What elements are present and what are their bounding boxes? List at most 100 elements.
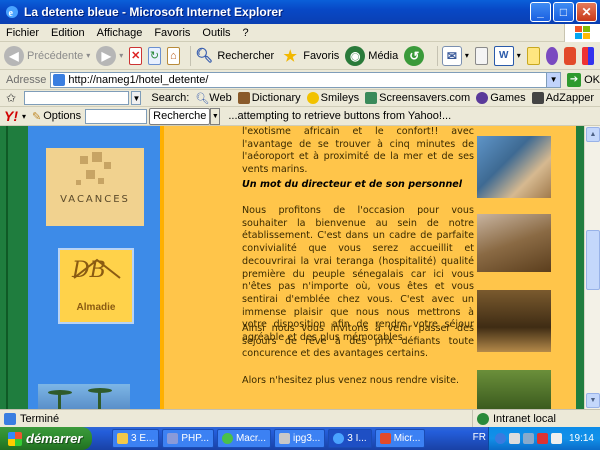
task-button[interactable]: Macr... bbox=[216, 429, 271, 448]
macromedia-icon bbox=[221, 433, 233, 444]
web-button[interactable]: 🔍︎ Web bbox=[195, 92, 231, 105]
address-dropdown[interactable]: ▼ bbox=[546, 72, 561, 87]
page-done-icon bbox=[4, 412, 16, 425]
media-button[interactable]: ◉ Média bbox=[345, 45, 399, 66]
right-border bbox=[576, 126, 584, 409]
toolbar-separator bbox=[189, 45, 191, 66]
smileys-button[interactable]: Smileys bbox=[306, 92, 359, 104]
image-icon bbox=[278, 433, 290, 444]
screensavers-button[interactable]: Screensavers.com bbox=[365, 92, 470, 104]
history-button[interactable]: ↺ bbox=[404, 45, 427, 66]
address-url: http://nameg1/hotel_detente/ bbox=[68, 73, 209, 86]
house-roof-icon bbox=[73, 258, 121, 279]
visit-paragraph: Alors n'hesitez plus venez nous rendre v… bbox=[242, 375, 460, 386]
search-button[interactable]: 🔍︎ Rechercher bbox=[194, 46, 274, 66]
left-border bbox=[0, 126, 28, 409]
search-label: Rechercher bbox=[217, 49, 275, 62]
print-icon[interactable] bbox=[474, 46, 488, 65]
web-search-icon: 🔍︎ bbox=[195, 93, 210, 105]
language-indicator[interactable]: FR bbox=[473, 432, 486, 443]
page-icon bbox=[53, 73, 66, 86]
scroll-thumb[interactable] bbox=[586, 230, 600, 290]
menu-edition[interactable]: Edition bbox=[51, 27, 85, 39]
yahoo-search-button[interactable]: Recherche bbox=[149, 107, 211, 125]
minimize-button[interactable]: _ bbox=[530, 2, 551, 22]
tray-volume-icon[interactable] bbox=[508, 433, 520, 444]
back-label: Précédente bbox=[27, 49, 84, 62]
search-toolbar-input[interactable] bbox=[24, 91, 130, 105]
yahoo-search-dropdown[interactable]: ▼ bbox=[210, 107, 221, 125]
messenger-icon[interactable] bbox=[545, 46, 558, 65]
yahoo-logo[interactable]: Y! bbox=[4, 108, 18, 124]
menu-outils[interactable]: Outils bbox=[202, 27, 230, 39]
search-toolbar-star-icon: ✩ bbox=[6, 91, 17, 105]
scroll-up-arrow-icon[interactable]: ▲ bbox=[586, 127, 600, 142]
flag-icon[interactable] bbox=[581, 46, 594, 65]
task-button[interactable]: Micr... bbox=[374, 429, 426, 448]
hotel-photo-1 bbox=[477, 136, 551, 198]
options-button[interactable]: Options bbox=[43, 110, 81, 122]
address-input[interactable]: http://nameg1/hotel_detente/ ▼ bbox=[50, 71, 562, 88]
task-button[interactable]: ipg3... bbox=[273, 429, 326, 448]
games-button[interactable]: Games bbox=[476, 92, 526, 104]
yahoo-search-input[interactable] bbox=[85, 108, 148, 124]
scroll-down-arrow-icon[interactable]: ▼ bbox=[586, 393, 600, 408]
forward-button[interactable]: ▶ ▾ bbox=[96, 45, 123, 66]
menu-fichier[interactable]: Fichier bbox=[6, 27, 39, 39]
media-label: Média bbox=[368, 49, 399, 62]
forward-arrow-icon: ▶ bbox=[96, 45, 117, 66]
hotel-photo-4 bbox=[477, 370, 551, 409]
adzapper-button[interactable]: AdZapper bbox=[531, 92, 594, 104]
clock[interactable]: 19:14 bbox=[569, 433, 594, 444]
pencil-icon: ✎ bbox=[32, 110, 42, 123]
search-toolbar-dropdown[interactable]: ▼ bbox=[131, 91, 142, 105]
almadie-logo[interactable]: DB Almadie bbox=[58, 248, 134, 324]
tray-help-icon[interactable] bbox=[494, 433, 506, 444]
php-icon bbox=[167, 433, 179, 444]
task-button[interactable]: 3 E... bbox=[112, 429, 160, 448]
start-button[interactable]: démarrer bbox=[0, 427, 92, 450]
menu-help[interactable]: ? bbox=[243, 27, 249, 39]
page-viewport: VACANCES DB Almadie l'exotisme africain … bbox=[0, 126, 600, 409]
intranet-icon bbox=[477, 413, 489, 425]
toolbar-separator bbox=[437, 45, 438, 66]
task-button-active[interactable]: 3 I... bbox=[328, 429, 372, 448]
mail-button[interactable]: ✉ ▾ bbox=[441, 45, 469, 66]
menu-bar: Fichier Edition Affichage Favoris Outils… bbox=[0, 24, 600, 42]
adzapper-icon bbox=[531, 92, 544, 104]
refresh-icon[interactable]: ↻ bbox=[148, 46, 161, 65]
security-zone: Intranet local bbox=[472, 410, 556, 428]
notes-icon[interactable] bbox=[526, 46, 540, 65]
dictionary-icon bbox=[237, 92, 250, 104]
dictionary-button[interactable]: Dictionary bbox=[237, 92, 301, 104]
tray-app-icon[interactable] bbox=[550, 433, 562, 444]
hotel-photo-2 bbox=[477, 214, 551, 272]
close-button[interactable]: ✕ bbox=[576, 2, 597, 22]
stop-icon[interactable]: ✕ bbox=[129, 46, 143, 65]
go-button[interactable]: ➔ OK bbox=[567, 72, 600, 87]
word-button[interactable]: W ▾ bbox=[493, 45, 521, 66]
vacances-banner[interactable]: VACANCES bbox=[46, 148, 144, 226]
almadie-logo-name: Almadie bbox=[76, 302, 116, 313]
menu-affichage[interactable]: Affichage bbox=[97, 27, 143, 39]
task-button[interactable]: PHP... bbox=[162, 429, 214, 448]
section-heading: Un mot du directeur et de son personnel bbox=[242, 179, 463, 190]
mail-icon: ✉ bbox=[441, 45, 462, 66]
vertical-scrollbar[interactable]: ▲ ▼ bbox=[584, 126, 600, 409]
menu-favoris[interactable]: Favoris bbox=[154, 27, 190, 39]
back-arrow-icon: ◀ bbox=[4, 45, 24, 66]
tray-network-icon[interactable] bbox=[522, 433, 534, 444]
search-label: Search: bbox=[151, 92, 190, 104]
smiley-icon bbox=[306, 92, 319, 104]
svg-text:e: e bbox=[9, 8, 14, 19]
research-icon[interactable] bbox=[563, 46, 576, 65]
maximize-button[interactable]: □ bbox=[553, 2, 574, 22]
back-button[interactable]: ◀ Précédente ▾ bbox=[4, 45, 90, 66]
start-label: démarrer bbox=[26, 431, 83, 446]
status-bar: Terminé Intranet local bbox=[0, 409, 600, 428]
home-icon[interactable]: ⌂ bbox=[166, 46, 180, 65]
screensavers-icon bbox=[365, 92, 378, 104]
favorites-button[interactable]: ★ Favoris bbox=[280, 46, 339, 66]
ie-icon bbox=[333, 433, 345, 444]
tray-security-icon[interactable] bbox=[536, 433, 548, 444]
